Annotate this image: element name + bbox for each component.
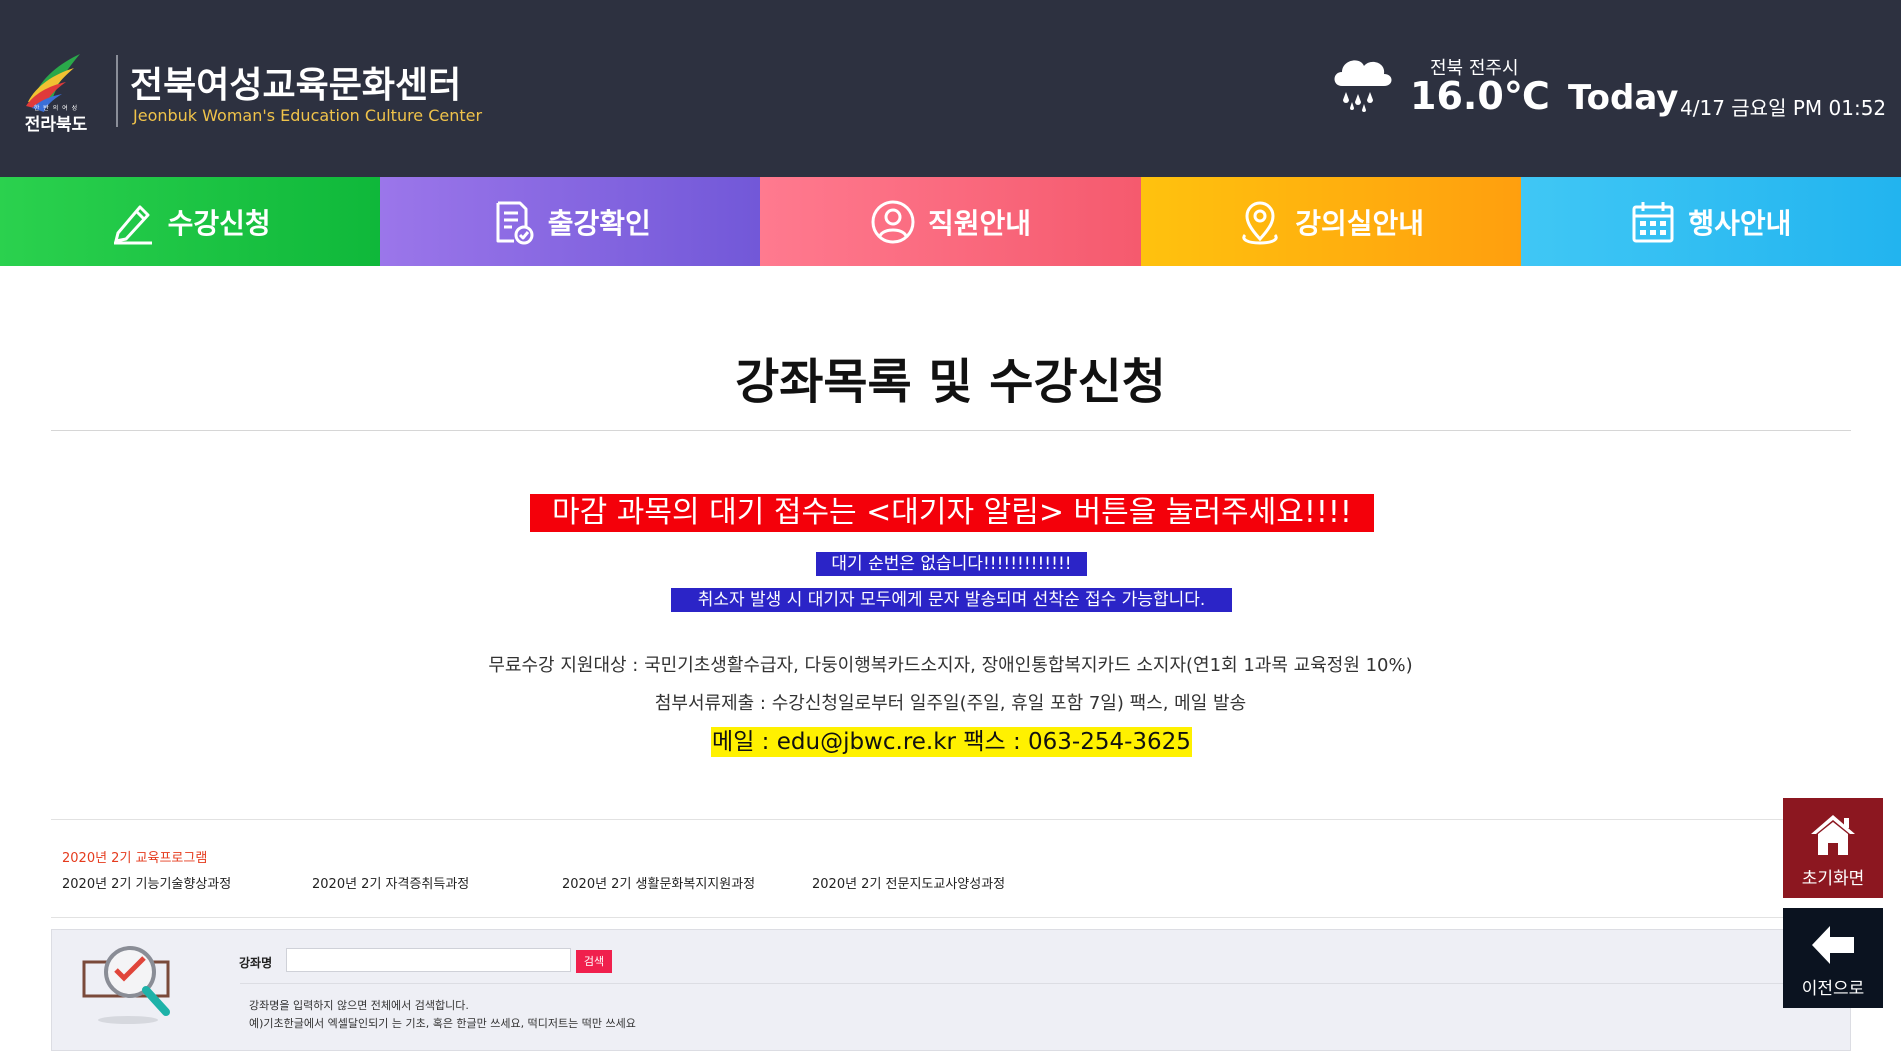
nav-course-registration[interactable]: 수강신청 — [0, 177, 381, 266]
home-button[interactable]: 초기화면 — [1783, 798, 1883, 898]
search-hint: 강좌명을 입력하지 않으면 전체에서 검색합니다. — [249, 999, 469, 1012]
magnifier-checklist-icon — [82, 946, 170, 1024]
document-submission-info: 첨부서류제출 : 수강신청일로부터 일주일(주일, 휴일 포함 7일) 팩스, … — [654, 693, 1247, 714]
page-title: 강좌목록 및 수강신청 — [735, 354, 1166, 410]
site-subtitle: Jeonbuk Woman's Education Culture Center — [133, 106, 483, 125]
section-divider — [51, 917, 1851, 918]
section-divider — [51, 819, 1851, 820]
nav-label: 직원안내 — [927, 206, 1031, 240]
weather-temperature: 16.0℃ — [1410, 74, 1550, 118]
nav-lecture-check[interactable]: 출강확인 — [380, 177, 761, 266]
program-heading[interactable]: 2020년 2기 교육프로그램 — [62, 847, 207, 866]
program-link-skills[interactable]: 2020년 2기 기능기술향상과정 — [62, 873, 231, 892]
free-course-eligibility: 무료수강 지원대상 : 국민기초생활수급자, 다둥이행복카드소지자, 장애인통합… — [488, 655, 1413, 676]
nav-classroom-info[interactable]: 강의실안내 — [1140, 177, 1521, 266]
search-label: 강좌명 — [239, 956, 273, 970]
main-nav: 수강신청 출강확인 직원안내 강의실안내 행사안내 — [0, 177, 1901, 266]
nav-staff-info[interactable]: 직원안내 — [760, 177, 1141, 266]
waitlist-notice: 마감 과목의 대기 접수는 <대기자 알림> 버튼을 눌러주세요!!!! — [530, 494, 1374, 532]
waitlist-order-notice: 대기 순번은 없습니다!!!!!!!!!!!!! — [816, 552, 1087, 576]
person-icon — [871, 200, 915, 243]
today-label: Today — [1568, 78, 1679, 118]
home-button-label: 초기화면 — [1801, 869, 1865, 889]
logo-divider — [116, 55, 118, 127]
home-icon — [1811, 815, 1855, 855]
cancellation-notice: 취소자 발생 시 대기자 모두에게 문자 발송되며 선착순 접수 가능합니다. — [671, 588, 1232, 612]
nav-label: 출강확인 — [547, 206, 651, 240]
nav-label: 행사안내 — [1688, 206, 1792, 240]
nav-label: 수강신청 — [167, 206, 271, 240]
calendar-icon — [1632, 201, 1674, 242]
course-name-input[interactable] — [286, 948, 571, 972]
checklist-icon — [496, 201, 534, 244]
program-link-instructor[interactable]: 2020년 2기 전문지도교사양성과정 — [812, 873, 1005, 892]
search-hint-example: 예)기초한글에서 엑셀달인되기 는 기초, 혹은 한글만 쓰세요, 떡디저트는 … — [249, 1017, 636, 1030]
title-divider — [51, 430, 1851, 431]
nav-label: 강의실안내 — [1295, 206, 1425, 240]
location-pin-icon — [1242, 201, 1278, 245]
nav-event-info[interactable]: 행사안내 — [1520, 177, 1901, 266]
site-header: 한 반 의 여 성 전라북도 전북여성교육문화센터 Jeonbuk Woman'… — [0, 0, 1901, 177]
logo-province-name: 전라북도 — [24, 115, 88, 135]
search-button[interactable]: 검색 — [576, 950, 612, 973]
contact-info: 메일 : edu@jbwc.re.kr 팩스 : 063-254-3625 — [711, 727, 1192, 757]
program-link-certificate[interactable]: 2020년 2기 자격증취득과정 — [312, 873, 469, 892]
back-button[interactable]: 이전으로 — [1783, 908, 1883, 1008]
search-hint-divider — [240, 983, 1840, 984]
today-datetime: 4/17 금요일 PM 01:52 — [1680, 96, 1887, 120]
pencil-icon — [113, 205, 152, 244]
arrow-left-icon — [1812, 926, 1854, 964]
back-button-label: 이전으로 — [1801, 979, 1865, 999]
program-link-culture-welfare[interactable]: 2020년 2기 생활문화복지지원과정 — [562, 873, 755, 892]
site-title[interactable]: 전북여성교육문화센터 — [130, 56, 461, 108]
rain-cloud-icon — [1334, 60, 1392, 112]
